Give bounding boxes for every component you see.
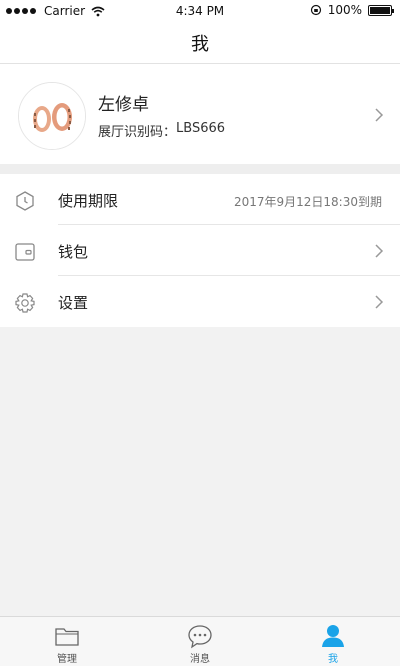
settings-menu: 使用期限 2017年9月12日18:30到期 钱包 设置: [0, 174, 400, 327]
showroom-code-label: 展厅识别码：: [98, 125, 177, 140]
battery-icon: [368, 4, 394, 16]
menu-item-expiry[interactable]: 使用期限 2017年9月12日18:30到期: [0, 174, 400, 225]
menu-item-wallet[interactable]: 钱包: [0, 225, 400, 276]
menu-item-label: 钱包: [58, 243, 89, 261]
battery-percent: 100%: [327, 3, 362, 17]
chat-bubble-icon: [188, 625, 212, 649]
nav-bar: 我: [0, 22, 400, 64]
folder-icon: [55, 628, 79, 646]
tab-label: 我: [328, 654, 338, 665]
chevron-right-icon: [375, 295, 384, 309]
earrings-image: [19, 83, 85, 149]
tab-label: 管理: [57, 654, 77, 665]
expiry-date: 2017年9月12日18:30到期: [233, 195, 382, 209]
tab-me[interactable]: 我: [266, 617, 400, 666]
clock-shield-icon: [16, 191, 34, 211]
person-icon: [322, 625, 344, 647]
tab-bar: 管理 消息 我: [0, 616, 400, 666]
tab-label: 消息: [190, 654, 210, 665]
menu-item-label: 使用期限: [58, 192, 119, 210]
tab-messages[interactable]: 消息: [133, 617, 267, 666]
gear-icon: [15, 293, 35, 313]
profile-name: 左修卓: [98, 95, 149, 115]
tab-manage[interactable]: 管理: [0, 617, 134, 666]
orientation-lock-icon: [310, 4, 321, 16]
showroom-code: 展厅识别码： LBS666: [98, 121, 225, 140]
showroom-code-value: LBS666: [176, 121, 226, 136]
menu-item-settings[interactable]: 设置: [0, 276, 400, 327]
chevron-right-icon: [375, 244, 384, 258]
wallet-icon: [15, 243, 35, 261]
chevron-right-icon: [375, 108, 384, 122]
avatar: [18, 82, 86, 150]
page-title: 我: [191, 33, 209, 55]
section-gap: [0, 164, 400, 174]
menu-item-label: 设置: [58, 294, 89, 312]
status-right: 100%: [310, 3, 394, 17]
status-bar: Carrier 4:34 PM 100%: [0, 0, 400, 22]
battery-level: [370, 6, 390, 14]
profile-card[interactable]: 左修卓 展厅识别码： LBS666: [0, 64, 400, 164]
